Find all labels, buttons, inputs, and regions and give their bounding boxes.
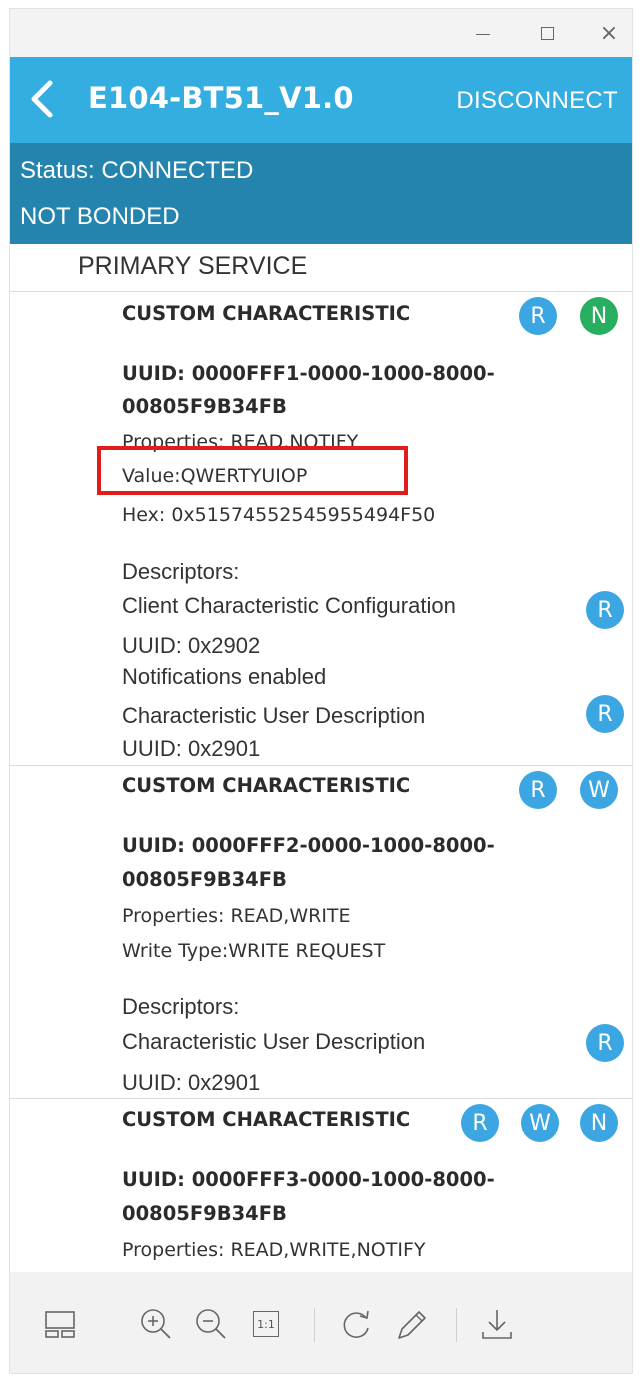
bond-status: NOT BONDED [20,203,180,230]
download-icon[interactable] [477,1304,517,1344]
read-badge[interactable]: R [586,695,624,733]
divider [10,291,632,292]
actual-size-icon[interactable]: 1:1 [246,1304,286,1344]
characteristic-hex: Hex: 0x51574552545955494F50 [122,504,436,526]
characteristic-uuid-line2: 00805F9B34FB [122,1202,287,1225]
characteristic-write-type: Write Type:WRITE REQUEST [122,940,386,962]
maximize-button[interactable] [532,19,562,47]
descriptor-uuid: UUID: 0x2901 [122,736,261,761]
minimize-icon [476,33,490,35]
characteristic-name: CUSTOM CHARACTERISTIC [122,302,411,325]
app-window: × E104-BT51_V1.0 DISCONNECT Status: CONN… [9,8,633,1374]
divider [10,1098,632,1099]
primary-service-header[interactable]: PRIMARY SERVICE [78,252,307,281]
descriptor-uuid: UUID: 0x2902 [122,633,261,658]
read-badge[interactable]: R [586,591,624,629]
descriptor-uuid: UUID: 0x2901 [122,1070,261,1095]
notify-badge[interactable]: N [580,297,618,335]
edit-pen-icon[interactable] [391,1304,431,1344]
characteristic-uuid-line1: UUID: 0000FFF1-0000-1000-8000- [122,362,495,385]
minimize-button[interactable] [468,19,498,47]
rotate-icon[interactable] [336,1304,376,1344]
device-title: E104-BT51_V1.0 [88,81,354,115]
characteristic-name: CUSTOM CHARACTERISTIC [122,774,411,797]
descriptor-name: Client Characteristic Configuration [122,593,456,618]
close-button[interactable]: × [594,19,624,47]
write-badge[interactable]: W [521,1104,559,1142]
descriptor-status: Notifications enabled [122,664,327,689]
connection-status-bar: Status: CONNECTED NOT BONDED [10,143,632,244]
characteristic-properties: Properties: READ,WRITE,NOTIFY [122,1239,426,1261]
maximize-icon [540,26,554,40]
descriptor-name: Characteristic User Description [122,703,426,728]
write-badge[interactable]: W [580,771,618,809]
toolbar-divider [456,1308,457,1342]
service-list[interactable]: PRIMARY SERVICE CUSTOM CHARACTERISTIC R … [10,244,632,1272]
connection-status: Status: CONNECTED [20,157,254,184]
layout-icon[interactable] [40,1304,80,1344]
close-icon: × [599,20,619,46]
characteristic-uuid-line1: UUID: 0000FFF3-0000-1000-8000- [122,1168,495,1191]
read-badge[interactable]: R [519,297,557,335]
characteristic-properties: Properties: READ,WRITE [122,905,351,927]
read-badge[interactable]: R [519,771,557,809]
app-bar: E104-BT51_V1.0 DISCONNECT [10,57,632,143]
disconnect-button[interactable]: DISCONNECT [456,87,618,115]
zoom-in-icon[interactable] [136,1304,176,1344]
notify-badge[interactable]: N [580,1104,618,1142]
zoom-out-icon[interactable] [191,1304,231,1344]
characteristic-uuid-line1: UUID: 0000FFF2-0000-1000-8000- [122,834,495,857]
actual-size-label: 1:1 [253,1311,279,1337]
read-badge[interactable]: R [586,1024,624,1062]
descriptors-label: Descriptors: [122,994,240,1019]
window-titlebar: × [10,9,632,57]
chevron-left-icon[interactable] [26,79,58,119]
characteristic-uuid-line2: 00805F9B34FB [122,395,287,418]
read-badge[interactable]: R [461,1104,499,1142]
image-viewer-toolbar: 1:1 [10,1272,632,1373]
descriptor-name: Characteristic User Description [122,1029,426,1054]
descriptors-label: Descriptors: [122,559,240,584]
toolbar-divider [314,1308,315,1342]
characteristic-name: CUSTOM CHARACTERISTIC [122,1108,411,1131]
divider [10,765,632,766]
value-highlight-box [97,446,408,495]
characteristic-uuid-line2: 00805F9B34FB [122,868,287,891]
